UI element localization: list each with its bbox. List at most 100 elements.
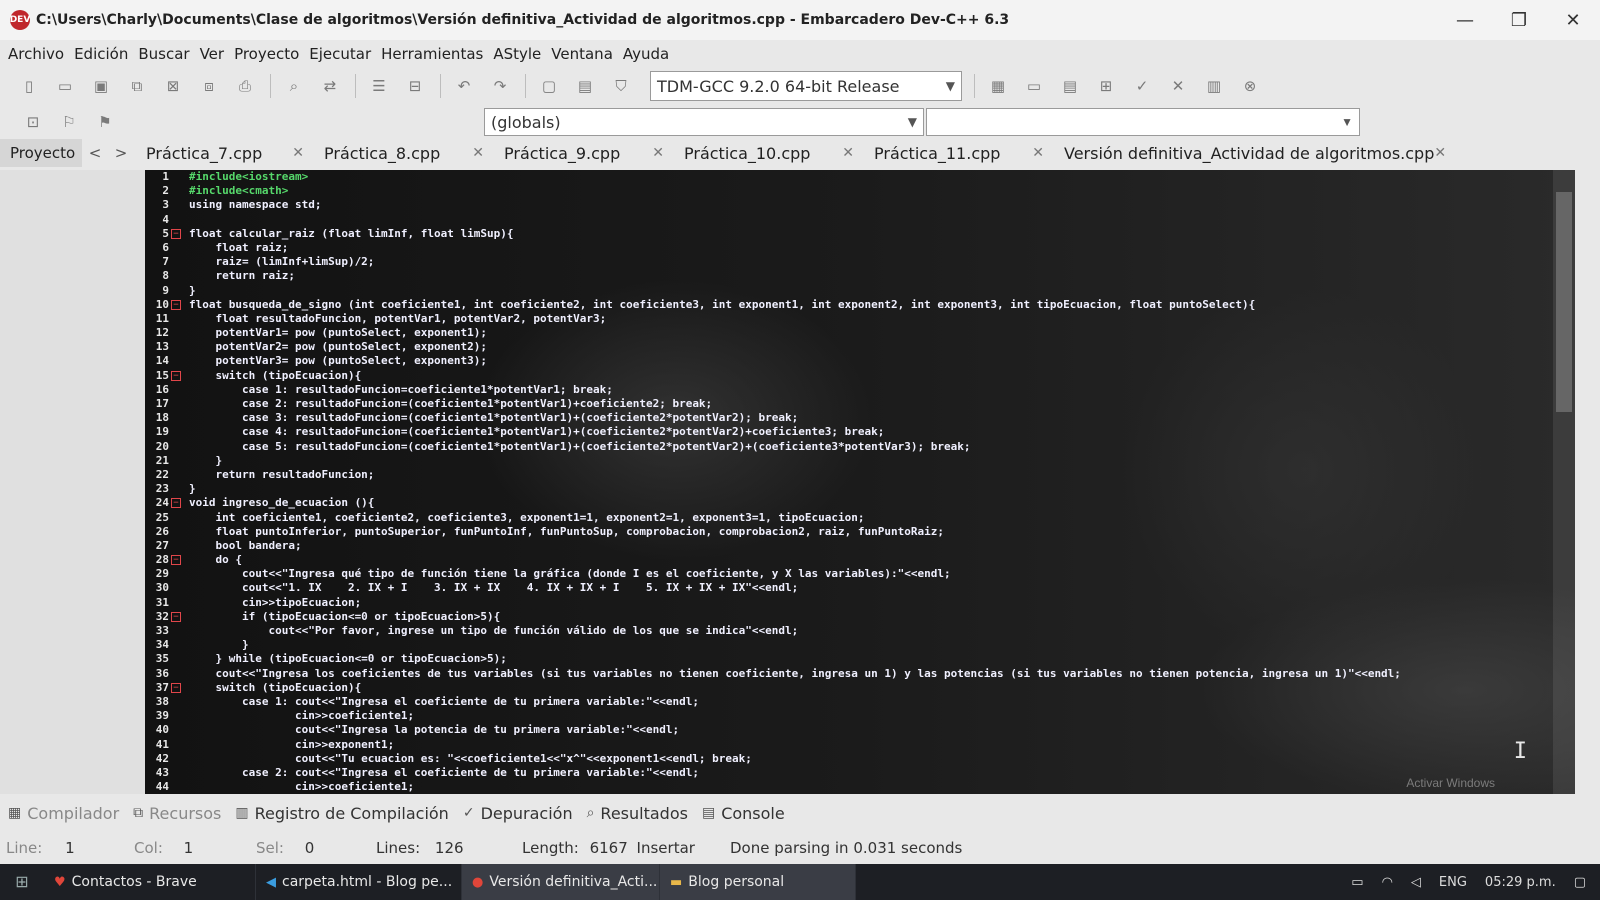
- tab-resultados[interactable]: ⌕ Resultados: [587, 804, 688, 823]
- close-tab-icon[interactable]: ✕: [1434, 145, 1454, 161]
- taskbar-item-folder[interactable]: ▬ Blog personal: [660, 864, 856, 900]
- language-indicator[interactable]: ENG: [1439, 875, 1467, 890]
- menu-archivo[interactable]: Archivo: [6, 45, 72, 63]
- member-select[interactable]: ▼: [926, 108, 1360, 136]
- insert-icon[interactable]: ⊡: [22, 111, 44, 133]
- fold-toggle-icon[interactable]: −: [171, 228, 181, 239]
- window-title: C:\Users\Charly\Documents\Clase de algor…: [36, 12, 1010, 28]
- project-options-icon[interactable]: ▤: [574, 75, 596, 97]
- unindent-icon[interactable]: ⊟: [404, 75, 426, 97]
- tiles-icon[interactable]: ⊞: [1095, 75, 1117, 97]
- tab-practica-8[interactable]: Práctica_8.cpp ✕: [312, 139, 492, 167]
- start-icon[interactable]: ⊞: [0, 864, 44, 900]
- goto-bookmark-icon[interactable]: ⚑: [94, 111, 116, 133]
- save-all-icon[interactable]: ⧉: [126, 75, 148, 97]
- undo-icon[interactable]: ↶: [453, 75, 475, 97]
- tab-prev-button[interactable]: <: [82, 144, 108, 162]
- menu-edicion[interactable]: Edición: [72, 45, 136, 63]
- indent-icon[interactable]: ☰: [368, 75, 390, 97]
- menu-ventana[interactable]: Ventana: [549, 45, 621, 63]
- print-icon[interactable]: ⎙: [234, 75, 256, 97]
- tab-depuracion[interactable]: ✓ Depuración: [463, 804, 573, 823]
- tab-next-button[interactable]: >: [108, 144, 134, 162]
- tab-console[interactable]: ▤ Console: [702, 804, 785, 823]
- compiler-select[interactable]: TDM-GCC 9.2.0 64-bit Release ▼: [650, 71, 962, 101]
- replace-icon[interactable]: ⇄: [319, 75, 341, 97]
- fold-toggle-icon[interactable]: −: [171, 555, 181, 566]
- menu-herramientas[interactable]: Herramientas: [379, 45, 491, 63]
- scrollbar-thumb[interactable]: [1556, 192, 1572, 412]
- tab-practica-7[interactable]: Práctica_7.cpp ✕: [134, 139, 312, 167]
- code-editor[interactable]: 1 #include<iostream> 2 #include<cmath> 3 usin…: [145, 170, 1575, 794]
- tab-recursos[interactable]: ⧉ Recursos: [133, 804, 221, 823]
- tab-compilador[interactable]: ▦ Compilador: [8, 804, 119, 823]
- fold-toggle-icon[interactable]: −: [171, 498, 181, 509]
- tab-practica-9[interactable]: Práctica_9.cpp ✕: [492, 139, 672, 167]
- line-number: 3: [162, 198, 169, 212]
- line-number: 34: [155, 638, 169, 652]
- cross-icon[interactable]: ✕: [1167, 75, 1189, 97]
- grid-icon[interactable]: ▦: [987, 75, 1009, 97]
- status-insert-mode: Insertar: [636, 839, 695, 857]
- window-icon[interactable]: ▭: [1023, 75, 1045, 97]
- tab-label: Depuración: [480, 803, 573, 823]
- tab-practica-11[interactable]: Práctica_11.cpp ✕: [862, 139, 1052, 167]
- project-panel[interactable]: [0, 170, 145, 794]
- code-text: int coeficiente1, coeficiente2, coeficie…: [189, 510, 865, 524]
- line-number: 14: [155, 354, 169, 368]
- close-tab-icon[interactable]: ✕: [1032, 145, 1052, 161]
- tab-practica-10[interactable]: Práctica_10.cpp ✕: [672, 139, 862, 167]
- taskbar-item-brave[interactable]: ♥ Contactos - Brave: [44, 864, 256, 900]
- tab-proyecto[interactable]: Proyecto: [0, 139, 82, 167]
- taskbar-item-devcpp[interactable]: ● Versión definitiva_Acti...: [462, 864, 660, 900]
- close-tab-icon[interactable]: ✕: [292, 145, 312, 161]
- menu-ejecutar[interactable]: Ejecutar: [307, 45, 379, 63]
- notifications-icon[interactable]: ▢: [1574, 875, 1586, 890]
- close-tab-icon[interactable]: ✕: [652, 145, 672, 161]
- battery-icon[interactable]: ▭: [1351, 875, 1363, 890]
- menu-ver[interactable]: Ver: [198, 45, 233, 63]
- restore-button[interactable]: ❐: [1492, 0, 1546, 40]
- check-icon[interactable]: ✓: [1131, 75, 1153, 97]
- line-number: 27: [155, 538, 169, 552]
- code-line: 25 int coeficiente1, coeficiente2, coefi…: [145, 511, 1575, 525]
- menu-proyecto[interactable]: Proyecto: [232, 45, 307, 63]
- fold-toggle-icon[interactable]: −: [171, 611, 181, 622]
- taskbar-item-vscode[interactable]: ◀ carpeta.html - Blog pe...: [256, 864, 462, 900]
- menu-astyle[interactable]: AStyle: [491, 45, 549, 63]
- minimize-button[interactable]: —: [1438, 0, 1492, 40]
- code-line: 9}: [145, 284, 1575, 298]
- code-text: float busqueda_de_signo (int coeficiente…: [189, 297, 1256, 311]
- volume-icon[interactable]: ◁: [1411, 875, 1421, 890]
- tab-registro-compilacion[interactable]: ▥ Registro de Compilación: [235, 804, 448, 823]
- wifi-icon[interactable]: ◠: [1382, 875, 1393, 890]
- fold-toggle-icon[interactable]: −: [171, 299, 181, 310]
- clock[interactable]: 05:29 p.m.: [1485, 875, 1556, 890]
- shield-icon[interactable]: ⛉: [610, 75, 632, 97]
- find-icon[interactable]: ⌕: [283, 75, 305, 97]
- calendar-icon[interactable]: ▤: [1059, 75, 1081, 97]
- code-text: potentVar1= pow (puntoSelect, exponent1)…: [189, 326, 488, 340]
- tab-version-definitiva[interactable]: Versión definitiva_Actividad de algoritm…: [1052, 139, 1446, 167]
- save-icon[interactable]: ▣: [90, 75, 112, 97]
- fold-toggle-icon[interactable]: −: [171, 682, 181, 693]
- menu-ayuda[interactable]: Ayuda: [621, 45, 677, 63]
- fold-toggle-icon[interactable]: −: [171, 370, 181, 381]
- new-project-icon[interactable]: ▢: [538, 75, 560, 97]
- delete-profile-icon[interactable]: ⊗: [1239, 75, 1261, 97]
- close-tab-icon[interactable]: ✕: [842, 145, 862, 161]
- toolbar-separator: [525, 74, 526, 98]
- scope-select[interactable]: (globals) ▼: [484, 108, 924, 136]
- vertical-scrollbar[interactable]: [1553, 170, 1575, 794]
- close-all-icon[interactable]: ⧈: [198, 75, 220, 97]
- redo-icon[interactable]: ↷: [489, 75, 511, 97]
- close-tab-icon[interactable]: ✕: [472, 145, 492, 161]
- open-folder-icon[interactable]: ▭: [54, 75, 76, 97]
- chart-icon[interactable]: ▥: [1203, 75, 1225, 97]
- code-line: 7 raiz= (limInf+limSup)/2;: [145, 255, 1575, 269]
- close-button[interactable]: ✕: [1546, 0, 1600, 40]
- menu-buscar[interactable]: Buscar: [136, 45, 197, 63]
- close-file-icon[interactable]: ⊠: [162, 75, 184, 97]
- new-file-icon[interactable]: ▯: [18, 75, 40, 97]
- bookmark-icon[interactable]: ⚐: [58, 111, 80, 133]
